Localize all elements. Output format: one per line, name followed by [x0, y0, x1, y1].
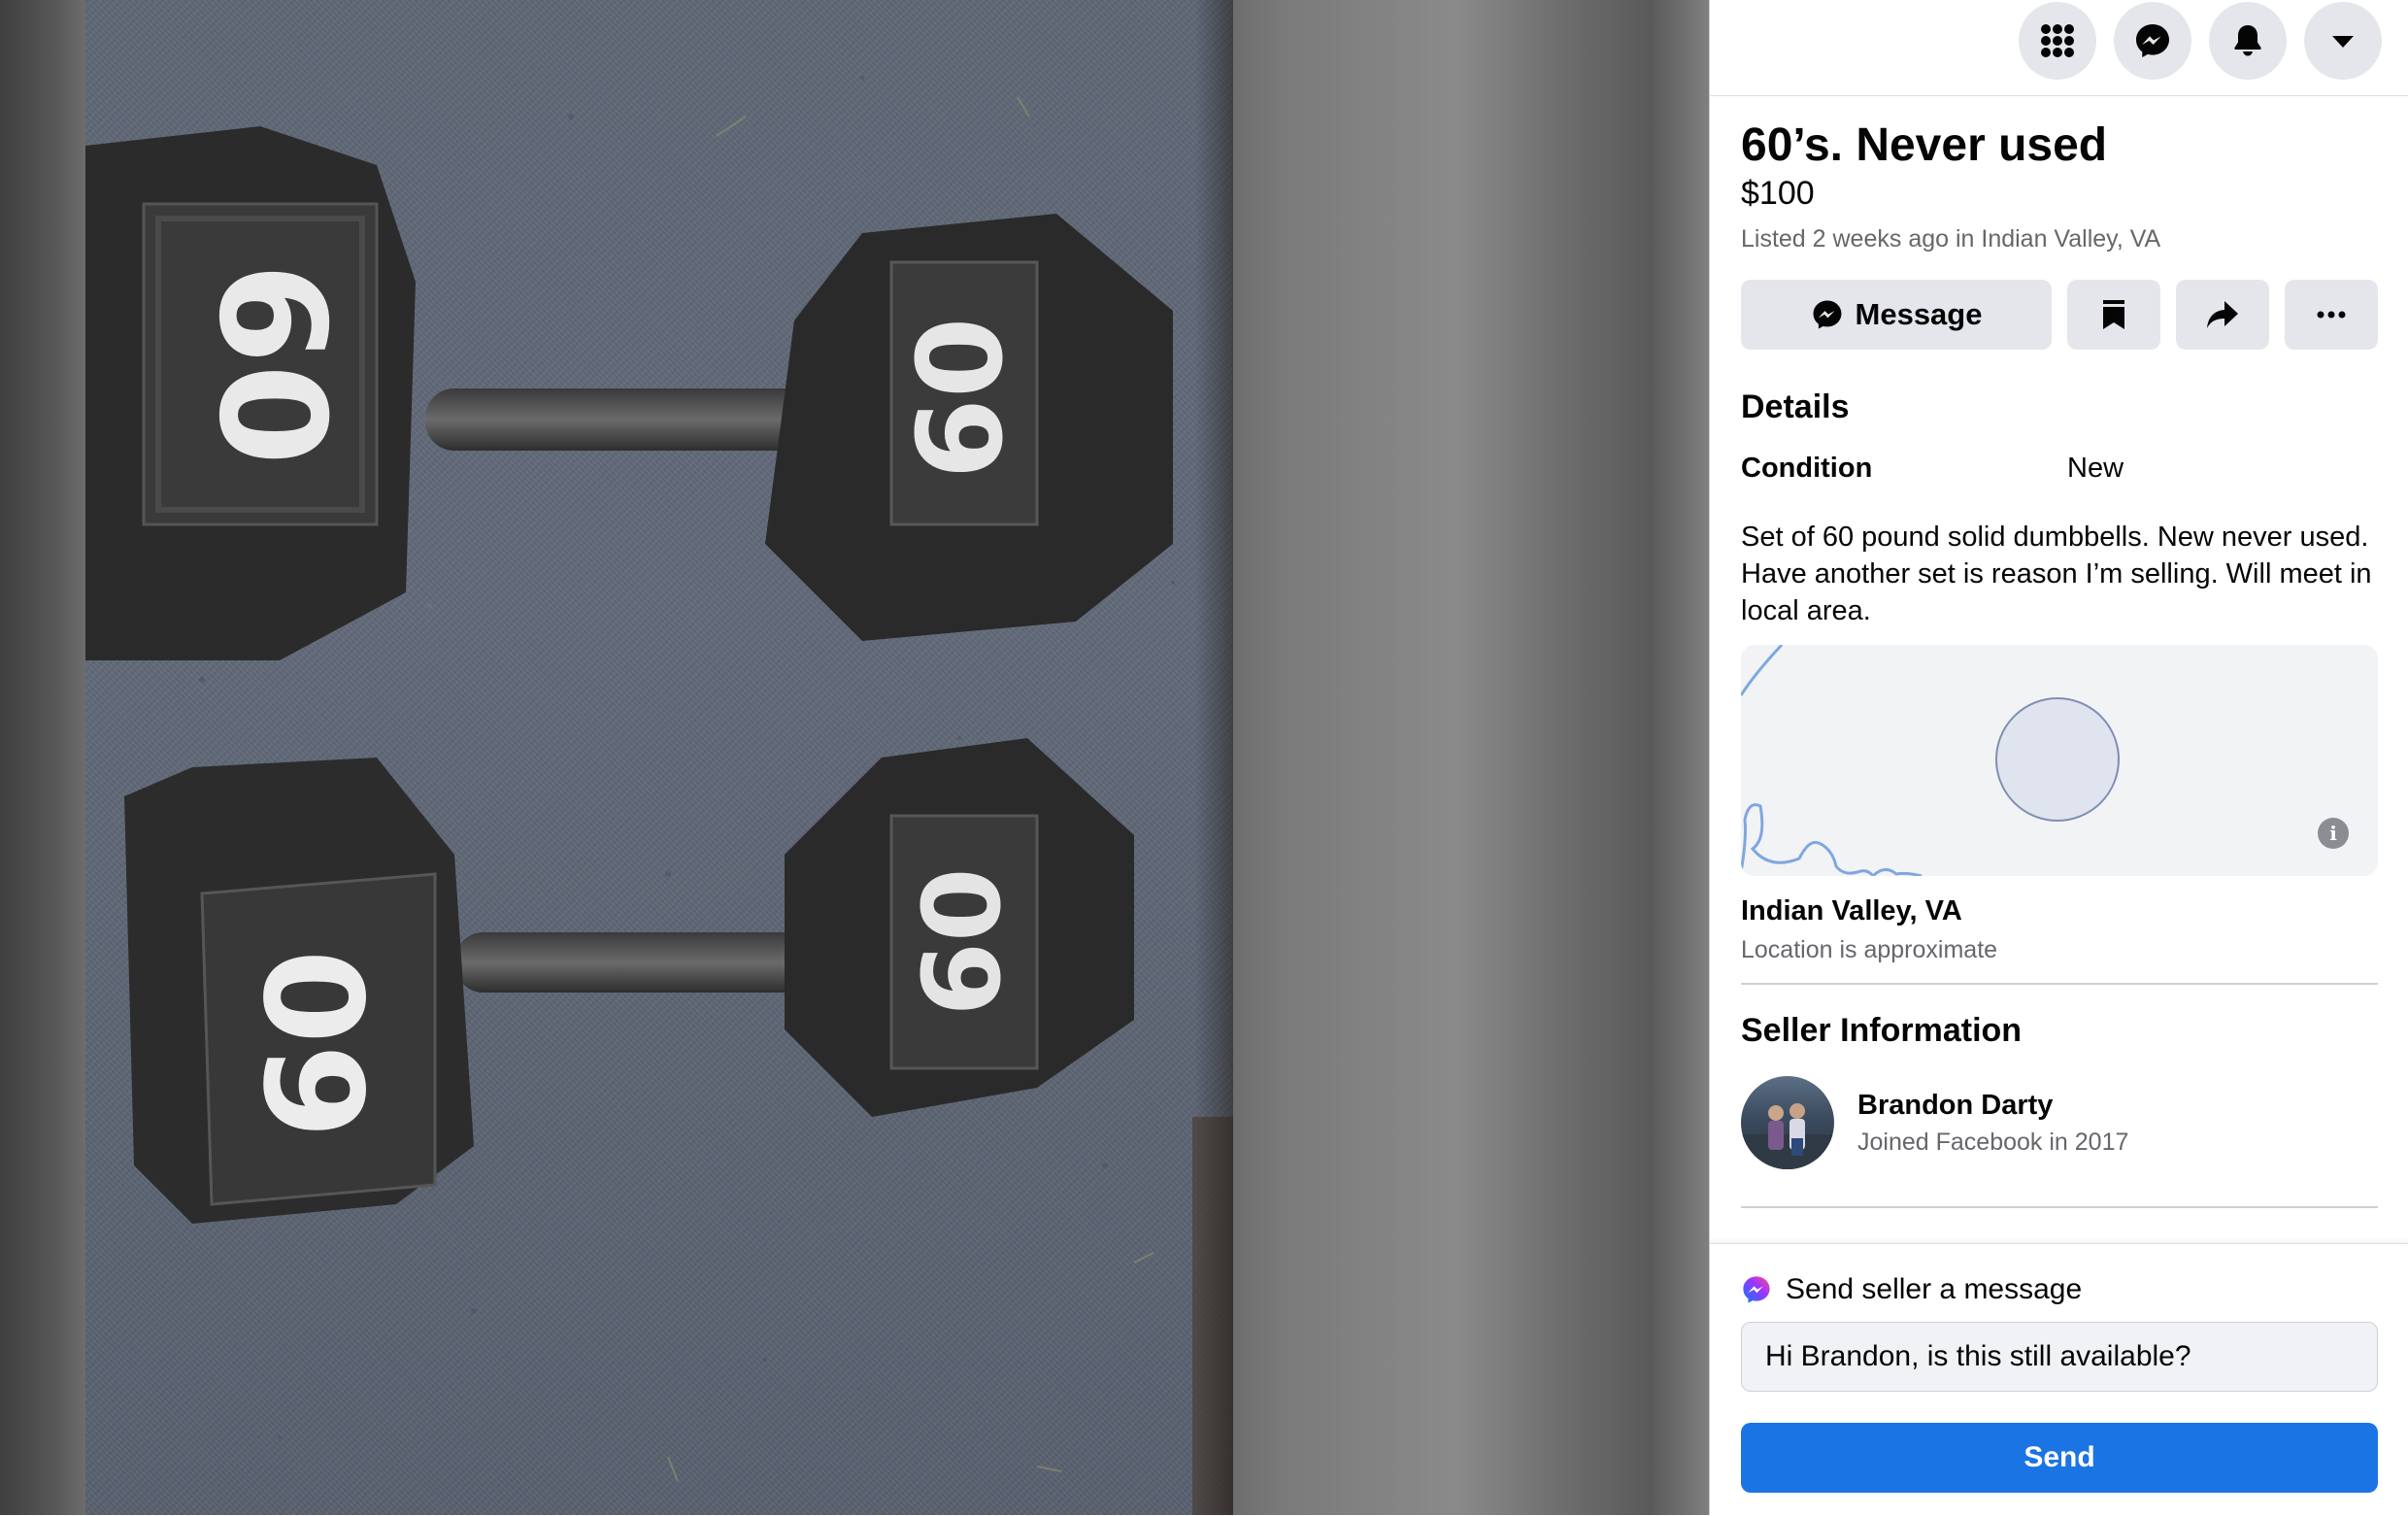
- messenger-icon: [1813, 300, 1841, 329]
- location-map[interactable]: i: [1741, 645, 2378, 876]
- listing-description: Set of 60 pound solid dumbbells. New nev…: [1741, 522, 2372, 626]
- message-button[interactable]: Message: [1741, 280, 2052, 350]
- seller-avatar[interactable]: [1741, 1076, 1834, 1169]
- details-heading: Details: [1741, 388, 1850, 425]
- messenger-icon: [2136, 24, 2169, 57]
- weight-label: 60: [900, 867, 1024, 1016]
- weight-label: 60: [239, 950, 397, 1139]
- photo-edge-shadow: [1194, 0, 1233, 1515]
- divider: [1741, 1206, 2378, 1208]
- save-button[interactable]: [2067, 280, 2160, 350]
- message-button-label: Message: [1855, 297, 1983, 331]
- seller-heading: Seller Information: [1741, 1012, 2023, 1049]
- location-name: Indian Valley, VA: [1741, 895, 1962, 926]
- listing-meta: Listed 2 weeks ago in Indian Valley, VA: [1741, 225, 2161, 253]
- seller-name[interactable]: Brandon Darty: [1857, 1090, 2053, 1122]
- messenger-button[interactable]: [2114, 2, 2191, 80]
- map-info-icon[interactable]: i: [2318, 818, 2349, 849]
- composer-heading: Send seller a message: [1786, 1273, 2083, 1305]
- approximate-location-circle: [1995, 697, 2120, 822]
- message-composer: Send seller a message Send: [1710, 1243, 2408, 1516]
- menu-grid-icon: [2041, 24, 2074, 57]
- weight-label: 60: [186, 263, 355, 466]
- weight-label: 60: [894, 318, 1029, 480]
- condition-value: New: [2067, 453, 2124, 484]
- seller-joined: Joined Facebook in 2017: [1857, 1129, 2129, 1156]
- more-options-button[interactable]: [2285, 280, 2378, 350]
- location-note: Location is approximate: [1741, 936, 1998, 963]
- dumbbells-image: 60 60 60 60: [85, 76, 1233, 1515]
- messenger-gradient-icon: [1743, 1276, 1770, 1303]
- notifications-button[interactable]: [2209, 2, 2287, 80]
- listing-details-panel: 60’s. Never used $100 Listed 2 weeks ago…: [1709, 0, 2408, 1516]
- map-info-glyph: i: [2329, 822, 2337, 845]
- divider: [1741, 983, 2378, 985]
- account-dropdown-icon: [2332, 36, 2354, 48]
- share-arrow-icon: [2207, 301, 2238, 328]
- message-input[interactable]: [1741, 1322, 2378, 1392]
- account-menu-button[interactable]: [2304, 2, 2382, 80]
- avatar-photo: [1741, 1103, 1834, 1169]
- listing-title: 60’s. Never used: [1741, 119, 2108, 171]
- photo-viewer: 60 60 60 60: [0, 0, 1709, 1515]
- listing-price: $100: [1741, 175, 1815, 212]
- bookmark-icon: [2103, 300, 2124, 329]
- notifications-bell-icon: [2234, 25, 2261, 56]
- menu-button[interactable]: [2019, 2, 2096, 80]
- top-navigation-bar: [1710, 0, 2408, 96]
- share-button[interactable]: [2176, 280, 2269, 350]
- composer-header: Send seller a message: [1741, 1273, 2082, 1306]
- condition-label: Condition: [1741, 453, 1873, 484]
- more-dots-icon: [2317, 311, 2346, 319]
- send-button[interactable]: Send: [1741, 1423, 2378, 1493]
- listing-photo[interactable]: 60 60 60 60: [85, 0, 1233, 1515]
